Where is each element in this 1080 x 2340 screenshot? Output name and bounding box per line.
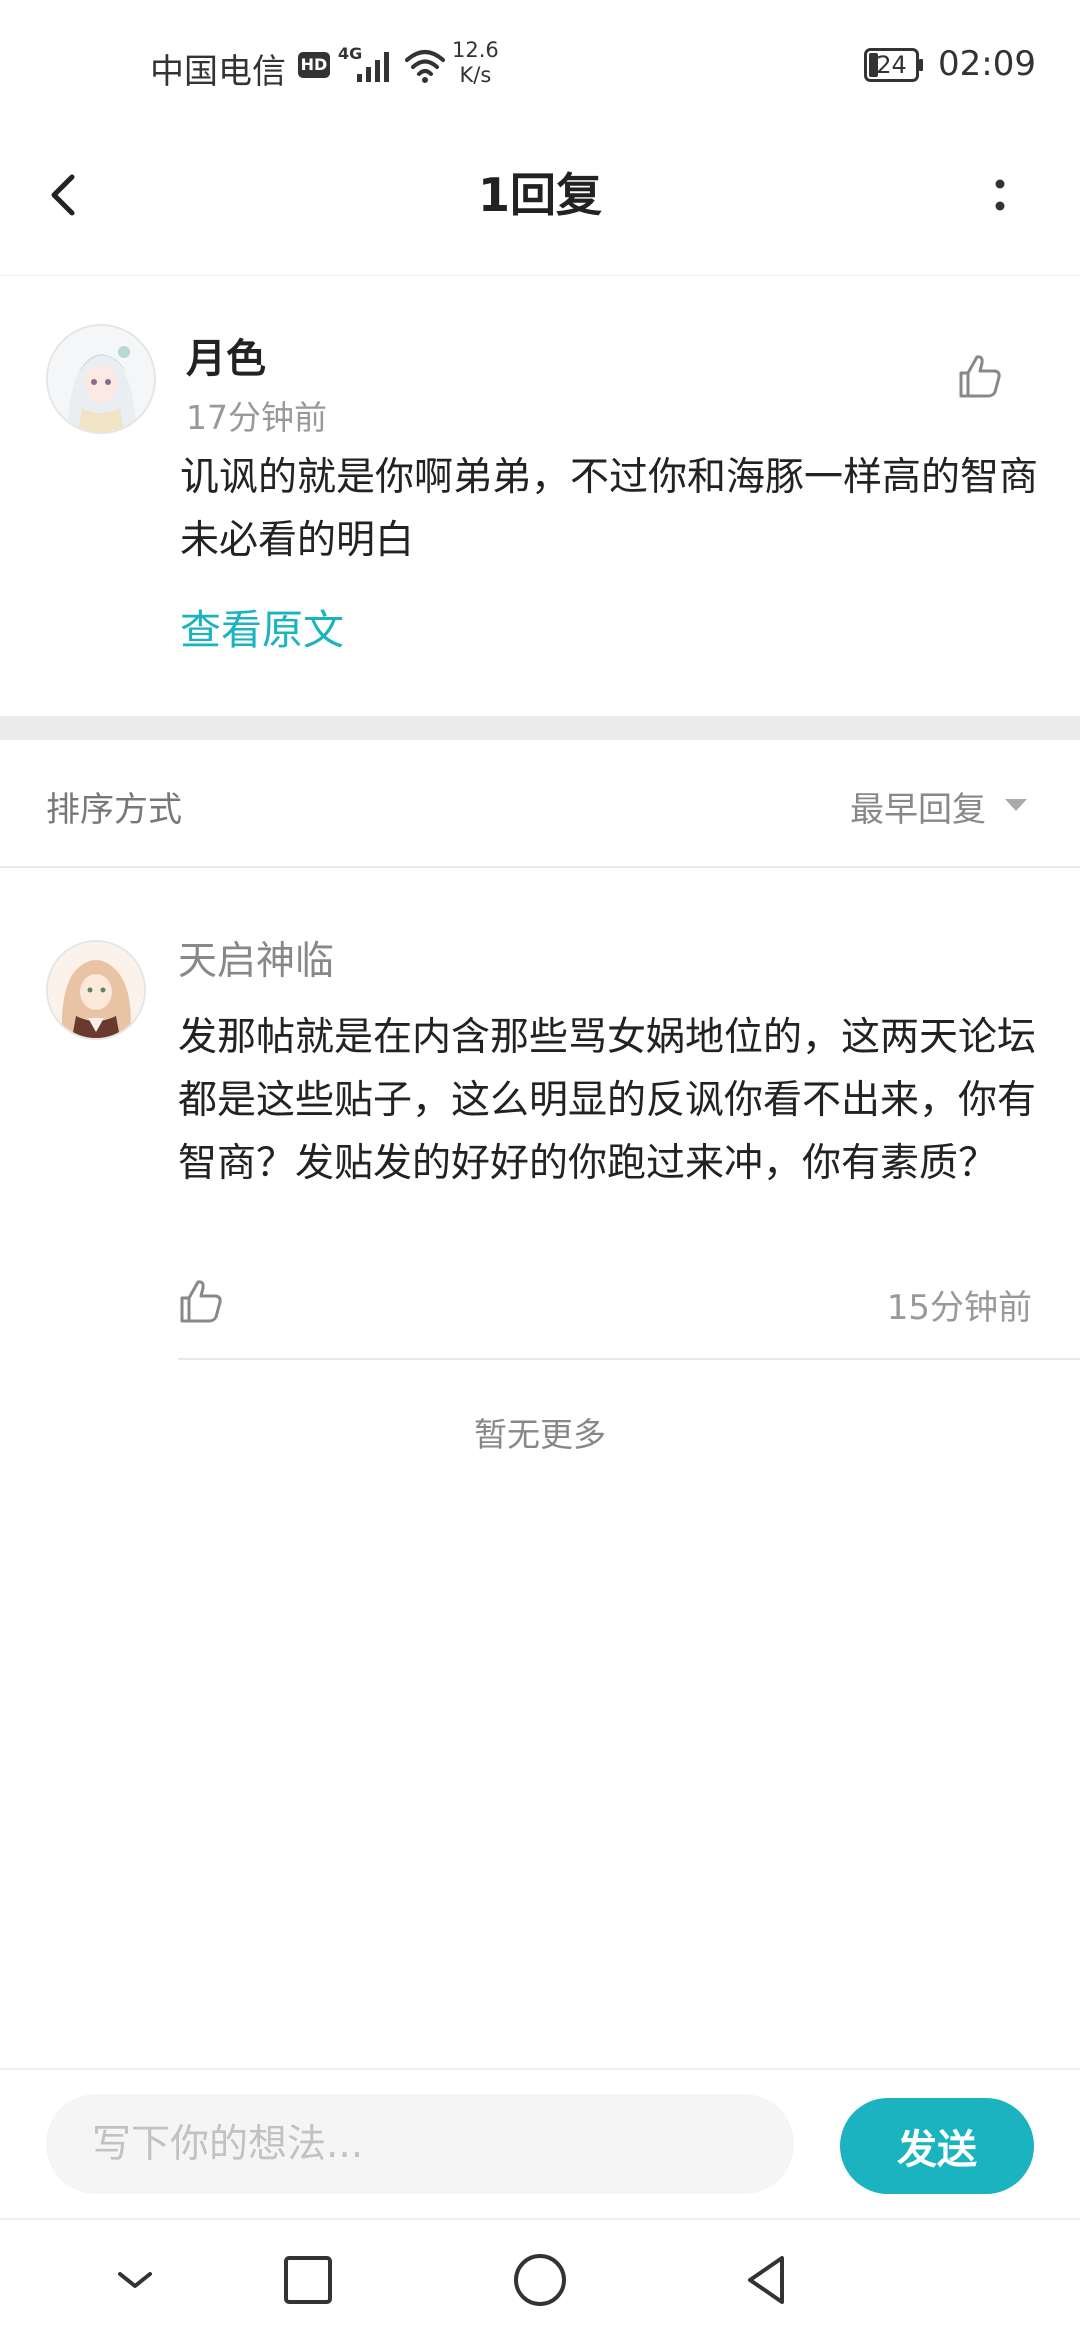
- thumbs-up-icon[interactable]: [176, 1276, 226, 1326]
- thumbs-up-icon[interactable]: [955, 351, 1005, 401]
- home-icon[interactable]: [510, 2250, 570, 2310]
- more-icon[interactable]: [980, 160, 1020, 230]
- sort-label: 排序方式: [46, 790, 182, 830]
- reply-time: 15分钟前: [886, 1288, 1032, 1328]
- system-nav-bar: [0, 2218, 1080, 2340]
- post-time: 17分钟前: [186, 398, 327, 437]
- section-divider: [0, 716, 1080, 740]
- no-more-text: 暂无更多: [474, 1415, 606, 1454]
- avatar-illustration-icon: [48, 942, 144, 1038]
- sort-dropdown[interactable]: 最早回复: [850, 782, 986, 831]
- status-bar: 中国电信 HD 4G 12.6 K/s 24 02:09: [0, 0, 1080, 130]
- signal-icon: [357, 52, 389, 82]
- divider: [178, 1358, 1080, 1360]
- reply-avatar[interactable]: [46, 940, 146, 1040]
- recent-apps-icon[interactable]: [278, 2250, 338, 2310]
- reply-body: 发那帖就是在内含那些骂女娲地位的，这两天论坛都是这些贴子，这么明显的反讽你看不出…: [178, 1015, 1037, 1186]
- battery-level: 24: [876, 51, 907, 79]
- status-time: 02:09: [938, 44, 1036, 84]
- network-speed-value: 12.6: [452, 38, 499, 62]
- hd-badge: HD: [298, 52, 330, 78]
- send-button[interactable]: 发送: [840, 2098, 1034, 2194]
- network-speed: 12.6 K/s: [452, 38, 499, 88]
- reply-item: 天启神临 发那帖就是在内含那些骂女娲地位的，这两天论坛都是这些贴子，这么明显的反…: [0, 868, 1080, 1360]
- sort-row: 排序方式 最早回复: [0, 740, 1080, 868]
- carrier-name: 中国电信: [150, 52, 286, 92]
- reply-author[interactable]: 天启神临: [178, 930, 334, 986]
- chevron-down-icon[interactable]: [105, 2250, 165, 2310]
- caret-down-icon[interactable]: [1003, 796, 1029, 814]
- post-author[interactable]: 月色: [186, 326, 266, 384]
- avatar[interactable]: [46, 324, 156, 434]
- nav-bar: 1回复: [0, 130, 1080, 276]
- back-triangle-icon[interactable]: [738, 2250, 798, 2310]
- avatar-illustration-icon: [48, 326, 154, 432]
- view-original-link[interactable]: 查看原文: [180, 596, 344, 656]
- comment-input[interactable]: [46, 2094, 794, 2194]
- network-speed-unit: K/s: [459, 63, 492, 87]
- comment-bar: 发送: [0, 2068, 1080, 2218]
- original-post: 月色 17分钟前 讥讽的就是你啊弟弟，不过你和海豚一样高的智商未必看的明白 查看…: [0, 276, 1080, 716]
- page-title: 1回复: [477, 168, 602, 222]
- post-body: 讥讽的就是你啊弟弟，不过你和海豚一样高的智商未必看的明白: [180, 455, 1039, 563]
- wifi-icon: [405, 50, 445, 83]
